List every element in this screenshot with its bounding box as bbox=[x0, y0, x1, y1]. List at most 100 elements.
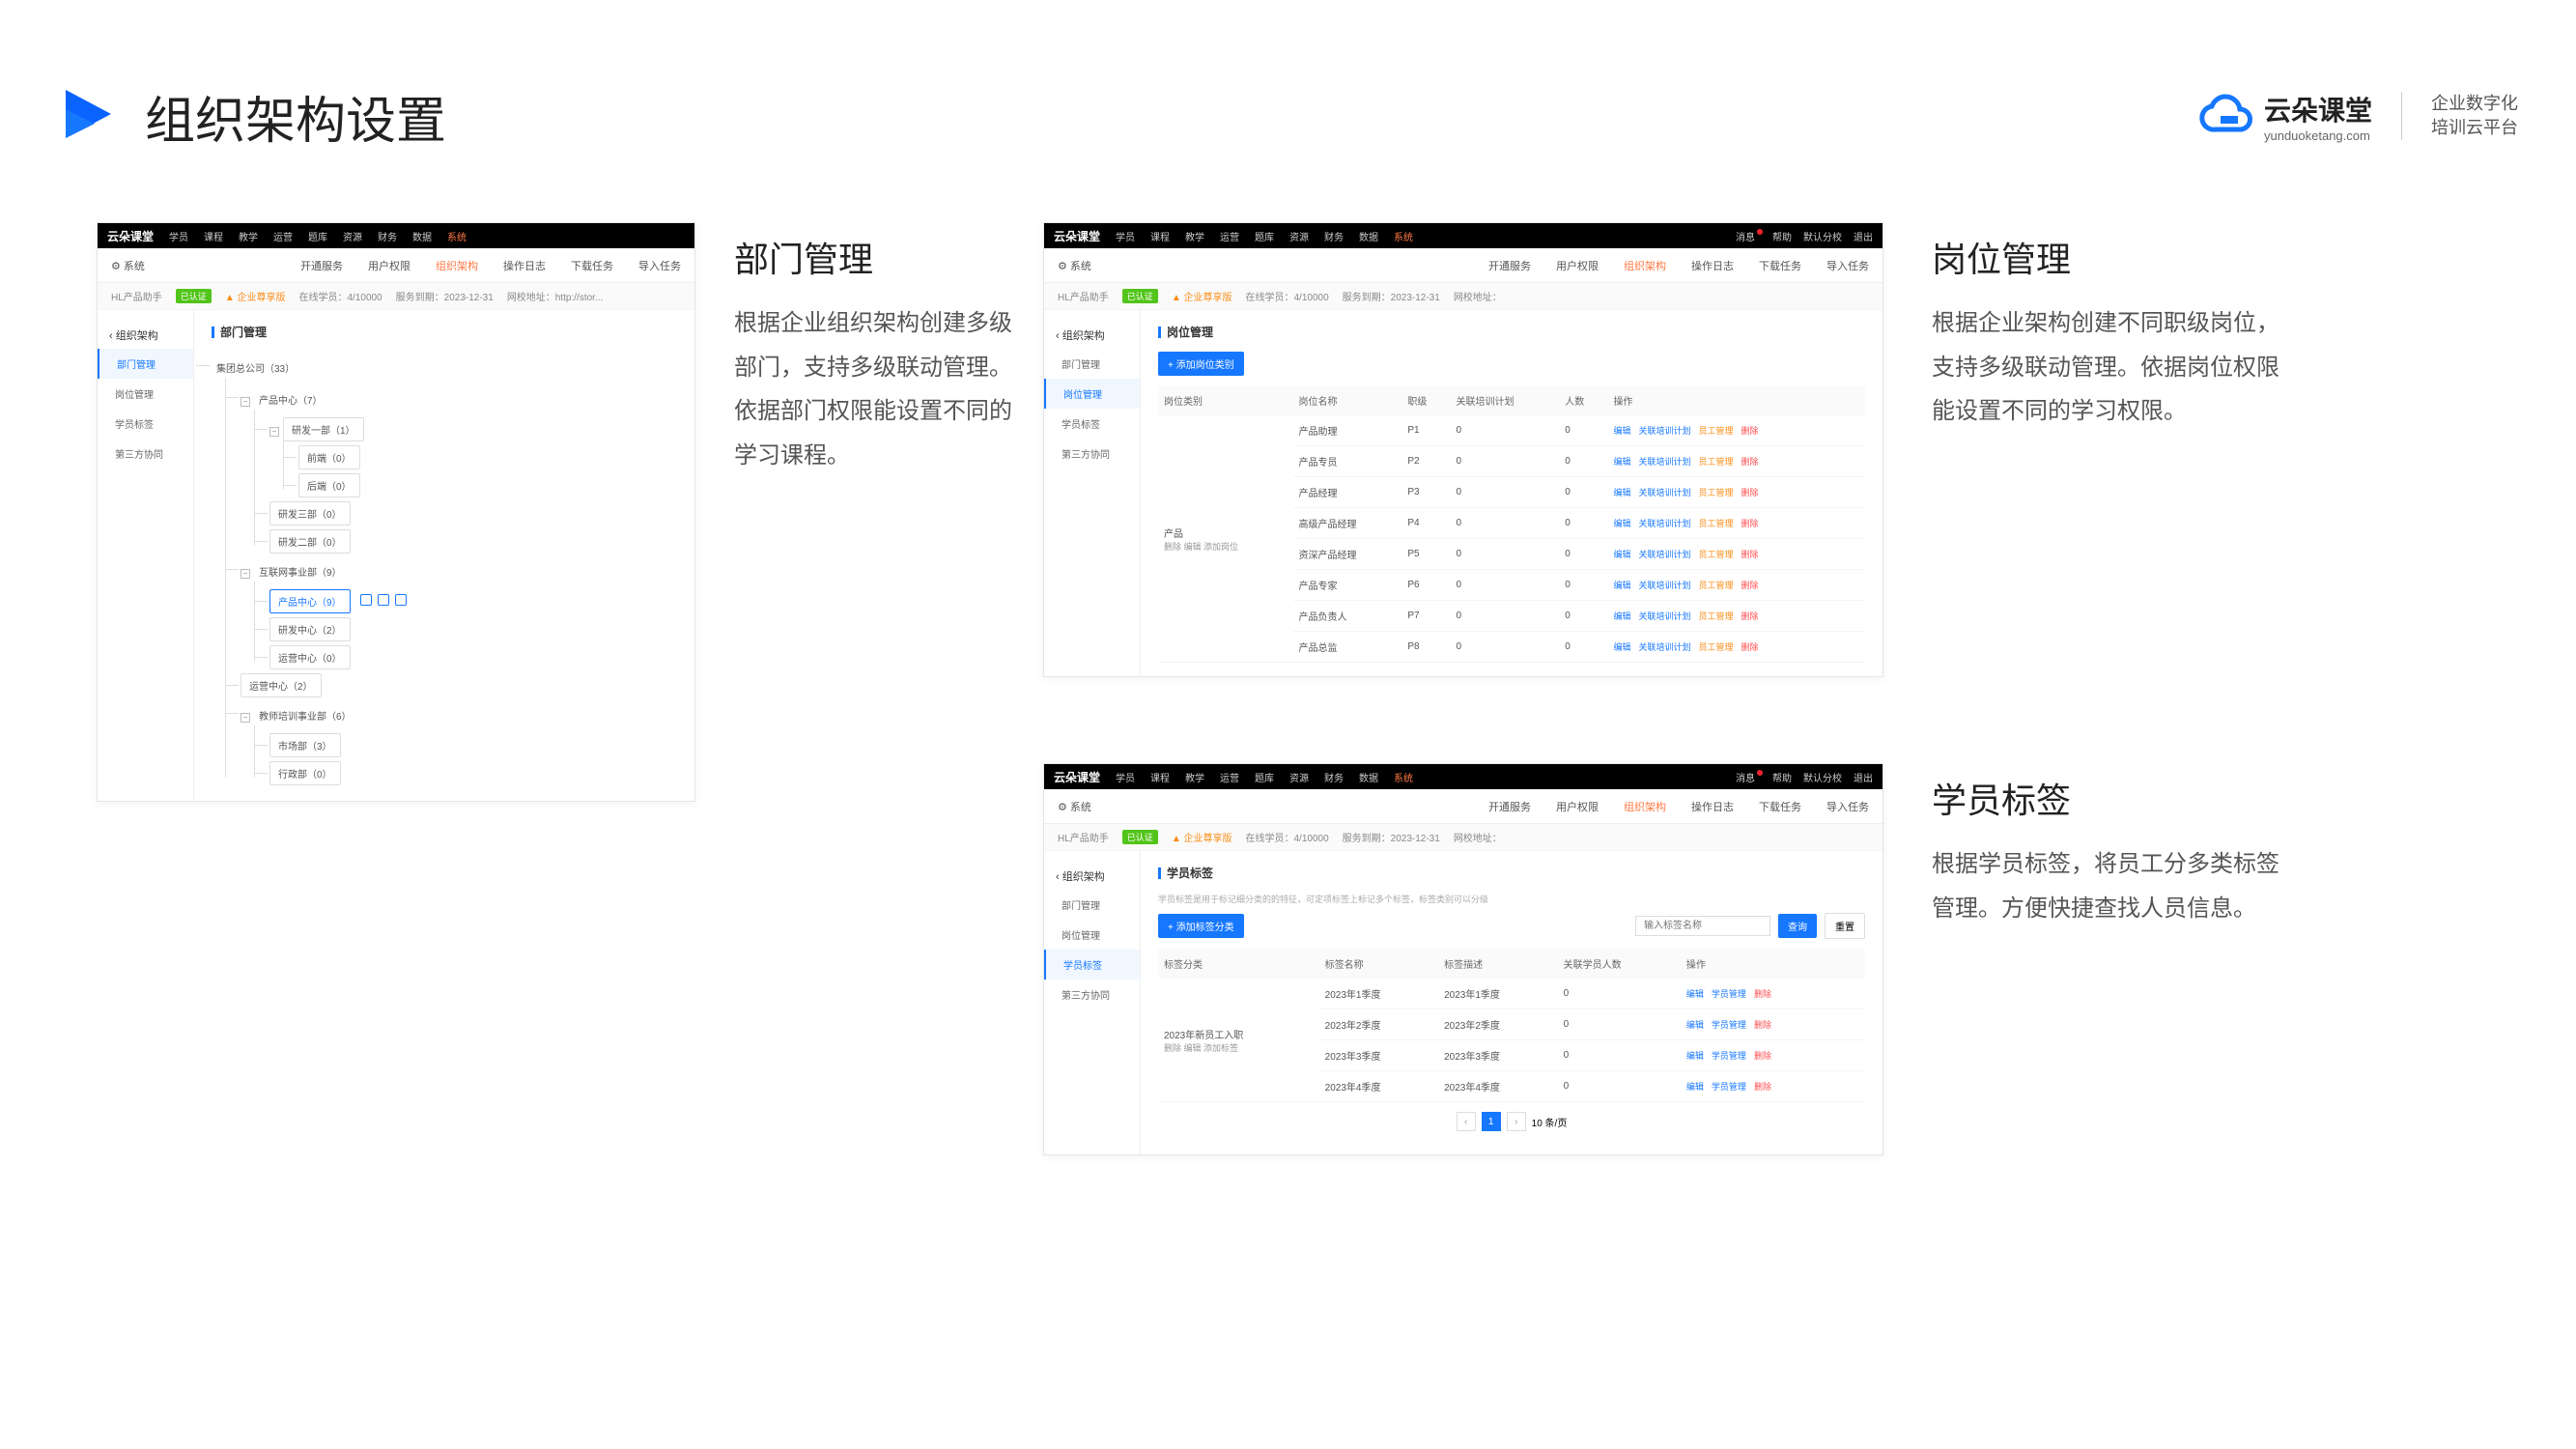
tree-node[interactable]: 运营中心（0） bbox=[269, 645, 351, 669]
edit-link[interactable]: 编辑 bbox=[1686, 1051, 1704, 1061]
tree-node[interactable]: 后端（0） bbox=[298, 473, 360, 497]
sub-item[interactable]: 开通服务 bbox=[300, 258, 343, 273]
plan-link[interactable]: 关联培训计划 bbox=[1638, 581, 1690, 590]
msg-link[interactable]: 消息 bbox=[1736, 229, 1761, 243]
tree-node[interactable]: 前端（0） bbox=[298, 445, 360, 469]
search-button[interactable]: 查询 bbox=[1778, 914, 1817, 938]
tree-node[interactable]: 行政部（0） bbox=[269, 761, 341, 785]
edit-link[interactable]: 编辑 bbox=[1613, 642, 1630, 652]
mgr-link[interactable]: 员工管理 bbox=[1698, 488, 1733, 497]
pager-page[interactable]: 1 bbox=[1482, 1112, 1501, 1131]
expand-icon[interactable]: − bbox=[269, 427, 279, 437]
tree-node[interactable]: 教师培训事业部（6） bbox=[254, 701, 356, 729]
nav-item[interactable]: 资源 bbox=[343, 229, 362, 243]
mgr-link[interactable]: 学员管理 bbox=[1712, 989, 1746, 999]
sub-item[interactable]: 操作日志 bbox=[503, 258, 546, 273]
mgr-link[interactable]: 员工管理 bbox=[1698, 426, 1733, 436]
edit-link[interactable]: 编辑 bbox=[1613, 488, 1630, 497]
edit-link[interactable]: 编辑 bbox=[1686, 1020, 1704, 1030]
branch-link[interactable]: 默认分校 bbox=[1803, 229, 1842, 243]
pager-next[interactable]: › bbox=[1507, 1112, 1526, 1131]
nav-item[interactable]: 数据 bbox=[412, 229, 432, 243]
plan-link[interactable]: 关联培训计划 bbox=[1638, 550, 1690, 559]
nav-item[interactable]: 教学 bbox=[239, 229, 258, 243]
del-link[interactable]: 删除 bbox=[1741, 519, 1758, 528]
edit-link[interactable]: 编辑 bbox=[1613, 581, 1630, 590]
del-link[interactable]: 删除 bbox=[1754, 989, 1771, 999]
help-link[interactable]: 帮助 bbox=[1772, 229, 1792, 243]
sub-item[interactable]: 导入任务 bbox=[638, 258, 681, 273]
edit-link[interactable]: 编辑 bbox=[1686, 1082, 1704, 1092]
tree-node[interactable]: 互联网事业部（9） bbox=[254, 557, 347, 585]
add-tag-button[interactable]: + 添加标签分类 bbox=[1158, 914, 1244, 938]
tree-node[interactable]: 研发二部（0） bbox=[269, 529, 351, 554]
del-link[interactable]: 删除 bbox=[1741, 611, 1758, 621]
sub-item-active[interactable]: 组织架构 bbox=[436, 258, 478, 273]
del-link[interactable]: 删除 bbox=[1754, 1051, 1771, 1061]
tree-node-selected[interactable]: 产品中心（9） bbox=[269, 589, 351, 613]
edit-link[interactable]: 编辑 bbox=[1613, 426, 1630, 436]
del-link[interactable]: 删除 bbox=[1754, 1020, 1771, 1030]
edit-link[interactable]: 编辑 bbox=[1613, 550, 1630, 559]
mgr-link[interactable]: 学员管理 bbox=[1712, 1051, 1746, 1061]
del-link[interactable]: 删除 bbox=[1754, 1082, 1771, 1092]
tree-node[interactable]: 研发中心（2） bbox=[269, 617, 351, 641]
plan-link[interactable]: 关联培训计划 bbox=[1638, 457, 1690, 467]
expand-icon[interactable]: − bbox=[241, 569, 250, 579]
reset-button[interactable]: 重置 bbox=[1825, 913, 1865, 939]
nav-item[interactable]: 题库 bbox=[308, 229, 327, 243]
pager-prev[interactable]: ‹ bbox=[1457, 1112, 1476, 1131]
expand-icon[interactable]: − bbox=[241, 397, 250, 407]
nav-item-active[interactable]: 系统 bbox=[447, 229, 467, 243]
edit-link[interactable]: 编辑 bbox=[1613, 457, 1630, 467]
plan-link[interactable]: 关联培训计划 bbox=[1638, 611, 1690, 621]
sidebar-item-tag[interactable]: 学员标签 bbox=[98, 409, 193, 439]
plan-link[interactable]: 关联培训计划 bbox=[1638, 488, 1690, 497]
add-position-button[interactable]: + 添加岗位类别 bbox=[1158, 352, 1244, 376]
search-input[interactable] bbox=[1635, 916, 1770, 936]
plan-link[interactable]: 关联培训计划 bbox=[1638, 426, 1690, 436]
tree-node[interactable]: 市场部（3） bbox=[269, 733, 341, 757]
plan-link[interactable]: 关联培训计划 bbox=[1638, 642, 1690, 652]
mgr-link[interactable]: 员工管理 bbox=[1698, 611, 1733, 621]
nav-item[interactable]: 学员 bbox=[169, 229, 188, 243]
mgr-link[interactable]: 员工管理 bbox=[1698, 457, 1733, 467]
nav-item[interactable]: 课程 bbox=[204, 229, 223, 243]
edit-link[interactable]: 编辑 bbox=[1613, 611, 1630, 621]
sidebar-item-dept[interactable]: 部门管理 bbox=[98, 349, 193, 379]
mgr-link[interactable]: 员工管理 bbox=[1698, 519, 1733, 528]
nav-item[interactable]: 财务 bbox=[378, 229, 397, 243]
mgr-link[interactable]: 学员管理 bbox=[1712, 1082, 1746, 1092]
del-link[interactable]: 删除 bbox=[1741, 642, 1758, 652]
edit-link[interactable]: 编辑 bbox=[1686, 989, 1704, 999]
del-link[interactable]: 删除 bbox=[1741, 488, 1758, 497]
tag-table: 标签分类 标签名称 标签描述 关联学员人数 操作 2023年新员工入职 删除 编… bbox=[1158, 949, 1865, 1102]
mgr-link[interactable]: 员工管理 bbox=[1698, 550, 1733, 559]
del-link[interactable]: 删除 bbox=[1741, 581, 1758, 590]
del-link[interactable]: 删除 bbox=[1741, 550, 1758, 559]
section-tag: 学员标签 根据学员标签，将员工分多类标签管理。方便快捷查找人员信息。 bbox=[1932, 773, 2279, 930]
mgr-link[interactable]: 员工管理 bbox=[1698, 642, 1733, 652]
tree-node[interactable]: 研发一部（1） bbox=[283, 417, 364, 441]
plan-link[interactable]: 关联培训计划 bbox=[1638, 519, 1690, 528]
nav-item[interactable]: 运营 bbox=[273, 229, 293, 243]
sub-item[interactable]: 用户权限 bbox=[368, 258, 410, 273]
sidebar-item-position[interactable]: 岗位管理 bbox=[98, 379, 193, 409]
edit-icon[interactable] bbox=[360, 594, 372, 606]
tree-node[interactable]: 研发三部（0） bbox=[269, 501, 351, 526]
sidebar-item-3rd[interactable]: 第三方协同 bbox=[98, 439, 193, 469]
mgr-link[interactable]: 学员管理 bbox=[1712, 1020, 1746, 1030]
sub-item[interactable]: 下载任务 bbox=[571, 258, 613, 273]
tree-node[interactable]: 运营中心（2） bbox=[241, 673, 322, 697]
pager-per[interactable]: 10 条/页 bbox=[1532, 1115, 1568, 1129]
delete-icon[interactable] bbox=[395, 594, 407, 606]
tree-node[interactable]: 产品中心（7） bbox=[254, 385, 327, 413]
del-link[interactable]: 删除 bbox=[1741, 457, 1758, 467]
brand: 云朵课堂 bbox=[1054, 228, 1100, 244]
mgr-link[interactable]: 员工管理 bbox=[1698, 581, 1733, 590]
edit-link[interactable]: 编辑 bbox=[1613, 519, 1630, 528]
logout-link[interactable]: 退出 bbox=[1854, 229, 1873, 243]
copy-icon[interactable] bbox=[378, 594, 389, 606]
del-link[interactable]: 删除 bbox=[1741, 426, 1758, 436]
expand-icon[interactable]: − bbox=[241, 713, 250, 723]
